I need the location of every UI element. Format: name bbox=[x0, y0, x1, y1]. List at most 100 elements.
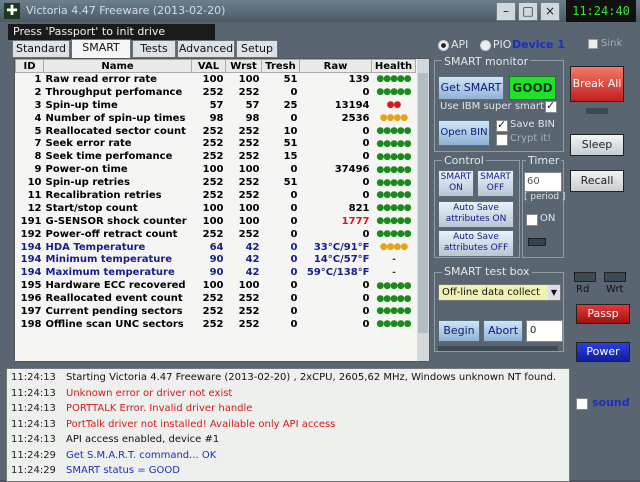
table-row[interactable]: 194 HDA Temperature 64 42 0 33°C/91°F ●●●● bbox=[16, 241, 416, 254]
sleep-button[interactable]: Sleep bbox=[570, 134, 624, 156]
cell-name: Throughput perfomance bbox=[45, 86, 183, 98]
autosave-on-button[interactable]: Auto Save attributes ON bbox=[438, 201, 514, 228]
table-row[interactable]: 198 Offline scan UNC sectors 252 252 0 0 ●●●●● bbox=[16, 318, 416, 331]
tab-setup[interactable]: Setup bbox=[236, 40, 278, 58]
ibm-smart-checkbox[interactable] bbox=[545, 99, 557, 113]
maximize-icon[interactable]: □ bbox=[518, 2, 538, 21]
table-row[interactable]: 196 Reallocated event count 252 252 0 0 ●●●●● bbox=[16, 292, 416, 305]
smart-off-button[interactable]: SMART OFF bbox=[477, 170, 514, 197]
col-val[interactable]: VAL bbox=[191, 59, 226, 73]
sink-checkbox[interactable] bbox=[588, 39, 598, 49]
power-button[interactable]: Power bbox=[576, 342, 630, 362]
cell-val: 100 bbox=[202, 164, 224, 176]
table-row[interactable]: 1 Raw read error rate 100 100 51 139 ●●●●● bbox=[16, 73, 416, 86]
cell-tresh: 15 bbox=[283, 151, 298, 163]
passp-button[interactable]: Passp bbox=[576, 304, 630, 324]
autosave-off-button[interactable]: Auto Save attributes OFF bbox=[438, 230, 514, 257]
col-tresh[interactable]: Tresh bbox=[261, 59, 300, 73]
abort-button[interactable]: Abort bbox=[483, 320, 523, 342]
tab-advanced[interactable]: Advanced bbox=[177, 40, 235, 58]
table-row[interactable]: 5 Reallocated sector count 252 252 10 0 ●●●●● bbox=[16, 125, 416, 138]
table-row[interactable]: 191 G-SENSOR shock counter 100 100 0 1777 ●●●●… bbox=[16, 215, 416, 228]
cell-tresh: 0 bbox=[290, 305, 298, 317]
pio-radio[interactable] bbox=[479, 39, 491, 51]
table-row[interactable]: 4 Number of spin-up times 98 98 0 2536 ●●●● bbox=[16, 112, 416, 125]
cell-id: 5 bbox=[34, 125, 42, 137]
log-panel: 11:24:13 Starting Victoria 4.47 Freeware … bbox=[6, 368, 570, 482]
recall-button[interactable]: Recall bbox=[570, 170, 624, 192]
device-label[interactable]: Device 1 bbox=[512, 38, 565, 51]
begin-button[interactable]: Begin bbox=[438, 320, 480, 342]
api-radio[interactable] bbox=[438, 39, 449, 51]
cell-wrst: 100 bbox=[238, 73, 260, 85]
cell-val: 100 bbox=[202, 215, 224, 227]
timer-on-checkbox[interactable] bbox=[526, 214, 538, 226]
cell-val: 252 bbox=[202, 293, 224, 305]
minimize-icon[interactable]: – bbox=[496, 2, 516, 21]
cell-val: 252 bbox=[202, 189, 224, 201]
cell-tresh: 0 bbox=[290, 280, 298, 292]
cell-id: 12 bbox=[27, 202, 42, 214]
grid-scrollbar[interactable] bbox=[417, 59, 429, 361]
save-bin-checkbox[interactable] bbox=[496, 118, 508, 132]
smart-on-button[interactable]: SMART ON bbox=[438, 170, 474, 197]
timer-input[interactable]: 60 bbox=[524, 172, 562, 192]
crypt-checkbox[interactable] bbox=[496, 134, 508, 146]
table-row[interactable]: 194 Maximum temperature 90 42 0 59°C/138°F - bbox=[16, 266, 416, 279]
save-bin-label: Save BIN bbox=[510, 119, 556, 130]
cell-name: Start/stop count bbox=[45, 202, 138, 214]
table-row[interactable]: 8 Seek time perfomance 252 252 15 0 ●●●●● bbox=[16, 150, 416, 163]
log-time: 11:24:29 bbox=[11, 465, 56, 476]
get-smart-button[interactable]: Get SMART bbox=[438, 76, 504, 100]
cell-id: 194 bbox=[20, 254, 42, 266]
col-health[interactable]: Health bbox=[371, 59, 416, 73]
wrt-label: Wrt bbox=[606, 284, 624, 295]
scroll-thumb[interactable] bbox=[418, 73, 428, 333]
table-row[interactable]: 197 Current pending sectors 252 252 0 0 ●●●●● bbox=[16, 305, 416, 318]
col-id[interactable]: ID bbox=[15, 59, 44, 73]
tab-standard[interactable]: Standard bbox=[12, 40, 70, 58]
log-message: Starting Victoria 4.47 Freeware (2013-02… bbox=[66, 372, 557, 383]
table-row[interactable]: 10 Spin-up retries 252 252 51 0 ●●●●● bbox=[16, 176, 416, 189]
timer-title: Timer bbox=[526, 154, 562, 167]
log-entry: 11:24:29 SMART status = GOOD bbox=[11, 465, 180, 476]
table-row[interactable]: 3 Spin-up time 57 57 25 13194 ●● bbox=[16, 99, 416, 112]
table-row[interactable]: 12 Start/stop count 100 100 0 821 ●●●●● bbox=[16, 202, 416, 215]
sound-checkbox[interactable] bbox=[576, 398, 588, 410]
log-entry: 11:24:13 PortTalk driver not installed! A… bbox=[11, 419, 335, 430]
open-bin-button[interactable]: Open BIN bbox=[438, 120, 490, 146]
test-type-value: Off-line data collect bbox=[442, 287, 541, 298]
tab-tests[interactable]: Tests bbox=[132, 40, 176, 58]
break-all-button[interactable]: Break All bbox=[570, 66, 624, 102]
cell-raw: 0 bbox=[362, 86, 370, 98]
table-row[interactable]: 11 Recalibration retries 252 252 0 0 ●●●●● bbox=[16, 189, 416, 202]
table-row[interactable]: 9 Power-on time 100 100 0 37496 ●●●●● bbox=[16, 163, 416, 176]
tab-smart[interactable]: SMART bbox=[71, 39, 131, 59]
col-name[interactable]: Name bbox=[43, 59, 192, 73]
test-value-input[interactable]: 0 bbox=[526, 320, 563, 342]
table-row[interactable]: 192 Power-off retract count 252 252 0 0 ●●●●● bbox=[16, 228, 416, 241]
cell-wrst: 252 bbox=[238, 305, 260, 317]
cell-val: 252 bbox=[202, 318, 224, 330]
test-type-select[interactable]: Off-line data collect ▼ bbox=[438, 284, 561, 301]
cell-raw: 1777 bbox=[341, 215, 370, 227]
log-entry: 11:24:13 PORTTALK Error. Invalid driver h… bbox=[11, 403, 252, 414]
table-row[interactable]: 7 Seek error rate 252 252 51 0 ●●●●● bbox=[16, 137, 416, 150]
health-indicator: - bbox=[392, 267, 396, 278]
cell-val: 252 bbox=[202, 305, 224, 317]
cell-wrst: 42 bbox=[245, 267, 260, 279]
table-row[interactable]: 2 Throughput perfomance 252 252 0 0 ●●●●● bbox=[16, 86, 416, 99]
health-indicator: ●●●●● bbox=[376, 216, 411, 227]
table-header: ID Name VAL Wrst Tresh Raw Health bbox=[15, 59, 416, 73]
table-row[interactable]: 194 Minimum temperature 90 42 0 14°C/57°F - bbox=[16, 253, 416, 266]
test-progress-bar bbox=[438, 346, 558, 351]
cell-wrst: 100 bbox=[238, 280, 260, 292]
chevron-down-icon[interactable]: ▼ bbox=[548, 285, 560, 300]
close-icon[interactable]: × bbox=[540, 2, 560, 21]
cell-tresh: 0 bbox=[290, 215, 298, 227]
col-raw[interactable]: Raw bbox=[299, 59, 372, 73]
cell-id: 9 bbox=[34, 164, 42, 176]
col-wrst[interactable]: Wrst bbox=[225, 59, 262, 73]
table-row[interactable]: 195 Hardware ECC recovered 100 100 0 0 ●●●●● bbox=[16, 279, 416, 292]
cell-tresh: 51 bbox=[283, 138, 298, 150]
